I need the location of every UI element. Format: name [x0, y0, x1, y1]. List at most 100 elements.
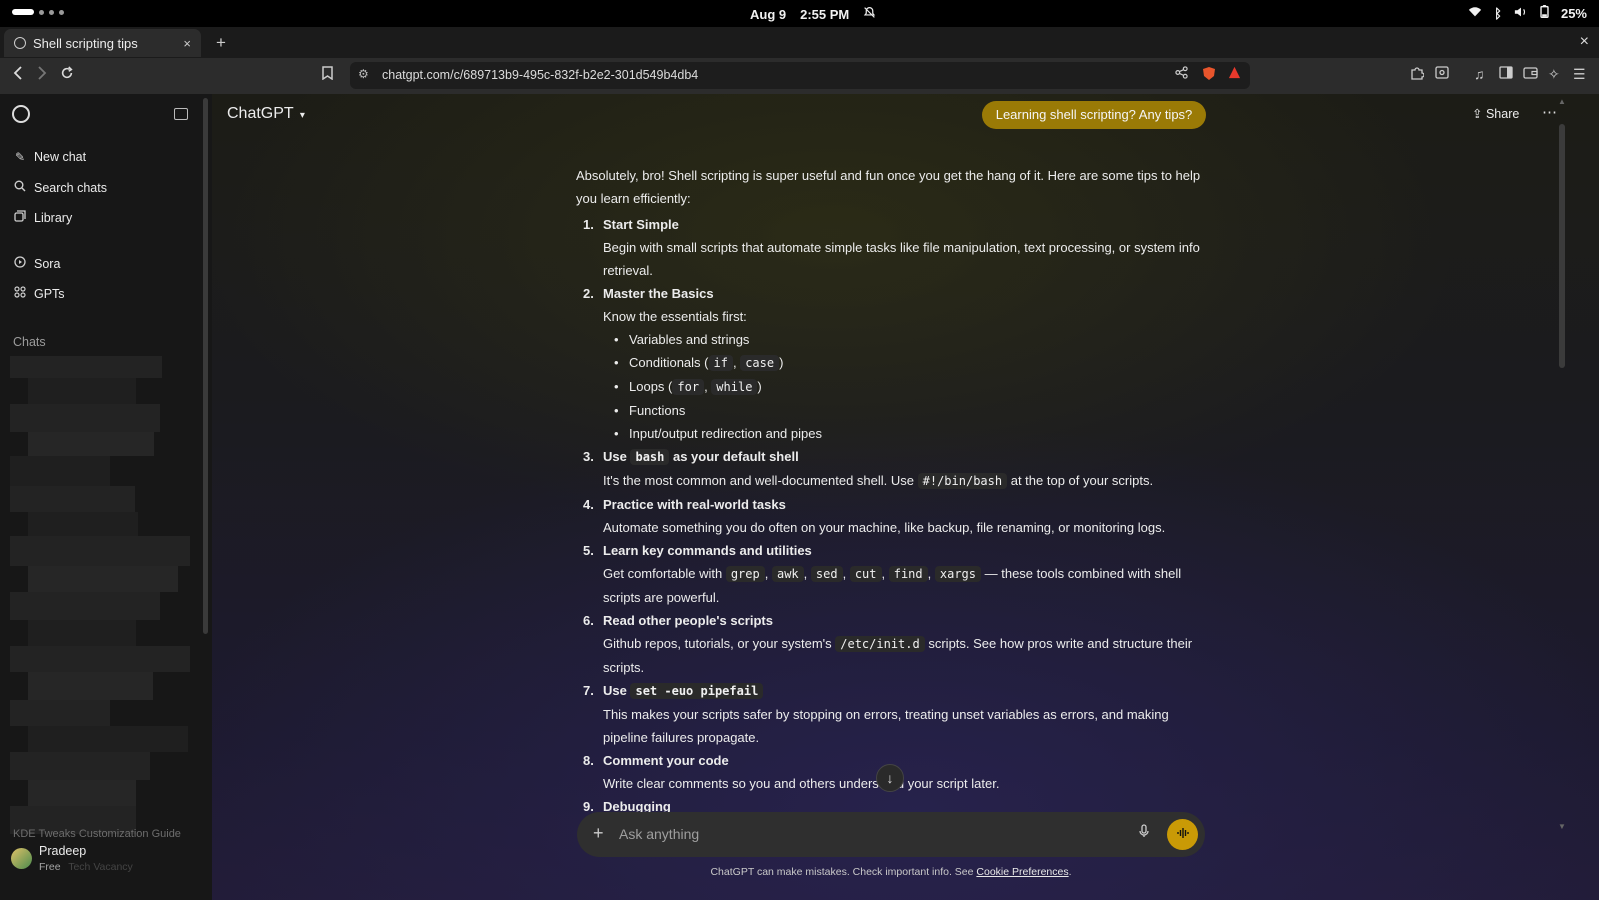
list-item: Variables and strings: [614, 328, 1216, 351]
sidebar-item-search-chats[interactable]: Search chats: [13, 180, 107, 195]
tip-body: Automate something you do often on your …: [603, 520, 1166, 535]
sidebar-item-label: GPTs: [34, 286, 65, 301]
brave-rewards-icon[interactable]: [1228, 66, 1241, 82]
reload-icon[interactable]: [60, 65, 74, 85]
tip-title: Comment your code: [603, 753, 729, 768]
tab-shell-scripting-tips[interactable]: Shell scripting tips ×: [4, 29, 201, 57]
inline-code: #!/bin/bash: [917, 473, 1008, 489]
search-icon: [13, 180, 27, 195]
library-icon: [13, 210, 27, 225]
tips-list: 1. Start Simple Begin with small scripts…: [576, 213, 1216, 818]
battery-icon: [1540, 5, 1549, 21]
sidebar-scrollbar[interactable]: [203, 98, 208, 634]
user-name: Pradeep: [39, 844, 87, 858]
composer: +: [577, 812, 1205, 857]
sidebar-item-sora[interactable]: Sora: [13, 256, 60, 271]
inline-code: for: [672, 379, 705, 395]
extensions-icon[interactable]: [1410, 66, 1425, 83]
list-item: Input/output redirection and pipes: [614, 422, 1216, 445]
wifi-icon: [1468, 6, 1482, 21]
scroll-to-bottom-button[interactable]: ↓: [876, 764, 904, 792]
list-item: 7. Use set -euo pipefail This makes your…: [576, 679, 1216, 749]
openai-logo-icon[interactable]: [12, 105, 30, 123]
tip-body: Begin with small scripts that automate s…: [603, 240, 1200, 278]
bookmark-icon[interactable]: [322, 66, 333, 83]
list-item: 6. Read other people's scripts Github re…: [576, 609, 1216, 679]
share-page-icon[interactable]: [1175, 66, 1188, 82]
sidebar-item-label: Search chats: [34, 180, 107, 195]
cookie-preferences-link[interactable]: Cookie Preferences: [976, 866, 1068, 878]
sidebar-item-library[interactable]: Library: [13, 210, 72, 225]
user-account-button[interactable]: Pradeep Free Tech Vacancy: [11, 844, 133, 873]
tip-title: Learn key commands and utilities: [603, 543, 812, 558]
sidebar-icon[interactable]: [1499, 66, 1513, 82]
tip-title: Practice with real-world tasks: [603, 497, 786, 512]
plus-icon[interactable]: +: [593, 823, 604, 844]
window-close-button[interactable]: ×: [1580, 33, 1589, 51]
sidebar-item-label: Library: [34, 210, 73, 225]
system-status-bar: Aug 9 2:55 PM ᛒ 25%: [0, 0, 1599, 27]
model-name: ChatGPT: [227, 105, 294, 122]
share-icon: ⇪: [1472, 107, 1483, 121]
back-icon[interactable]: [12, 65, 24, 85]
workspace-indicator[interactable]: [12, 9, 64, 15]
list-item: Functions: [614, 399, 1216, 422]
share-label: Share: [1485, 107, 1520, 121]
time-text: 2:55 PM: [800, 6, 850, 22]
brave-shields-icon[interactable]: [1202, 66, 1216, 84]
forward-icon[interactable]: [36, 65, 48, 85]
wallet-icon[interactable]: [1523, 66, 1538, 82]
model-selector[interactable]: ChatGPT ▾: [227, 105, 305, 123]
sidebar-faded-chat-title-2: Tech Vacancy: [68, 861, 133, 873]
chevron-down-icon: ▾: [299, 110, 305, 121]
leo-ai-icon[interactable]: ✧: [1548, 66, 1560, 83]
system-tray[interactable]: ᛒ 25%: [1468, 5, 1587, 21]
main-scrollbar[interactable]: [1559, 124, 1565, 368]
scroll-down-arrow-icon[interactable]: ▼: [1558, 822, 1566, 831]
inline-code: set -euo pipefail: [630, 683, 764, 699]
list-item: Conditionals (if, case): [614, 351, 1216, 375]
sidebar-item-new-chat[interactable]: ✎ New chat: [13, 150, 86, 164]
battery-percent: 25%: [1560, 5, 1587, 21]
message-intro: Absolutely, bro! Shell scripting is supe…: [576, 168, 1201, 206]
tab-close-icon[interactable]: ×: [183, 36, 191, 51]
chat-sidebar: ✎ New chat Search chats Library Sora GPT…: [0, 94, 212, 900]
grid-icon: [13, 286, 27, 301]
chat-history-list-blurred[interactable]: [10, 356, 190, 834]
clock[interactable]: Aug 9 2:55 PM: [750, 6, 876, 22]
menu-icon[interactable]: ☰: [1573, 66, 1586, 83]
tip-body: Get comfortable with grep, awk, sed, cut…: [603, 566, 1182, 605]
prompt-input[interactable]: [619, 824, 1119, 844]
tab-title: Shell scripting tips: [33, 35, 138, 51]
chat-main: ChatGPT ▾ Learning shell scripting? Any …: [212, 94, 1599, 900]
inline-code: awk: [771, 566, 804, 582]
user-message-bubble: Learning shell scripting? Any tips?: [982, 101, 1206, 129]
url-text: chatgpt.com/c/689713b9-495c-832f-b2e2-30…: [382, 68, 699, 82]
inline-code: xargs: [934, 566, 981, 582]
list-item: 1. Start Simple Begin with small scripts…: [576, 213, 1216, 282]
more-options-icon[interactable]: ⋯: [1542, 103, 1557, 121]
assistant-message: Absolutely, bro! Shell scripting is supe…: [576, 164, 1216, 818]
screenshot-icon[interactable]: [1435, 66, 1449, 82]
scroll-up-arrow-icon[interactable]: ▲: [1558, 97, 1566, 106]
site-settings-icon[interactable]: ⚙: [358, 67, 369, 81]
sidebar-item-gpts[interactable]: GPTs: [13, 286, 65, 301]
sidebar-faded-chat-title[interactable]: KDE Tweaks Customization Guide: [13, 828, 181, 840]
inline-code: case: [740, 355, 780, 371]
new-tab-button[interactable]: +: [216, 33, 226, 53]
address-bar[interactable]: ⚙ chatgpt.com/c/689713b9-495c-832f-b2e2-…: [350, 62, 1250, 89]
close-sidebar-icon[interactable]: [174, 108, 188, 120]
chats-section-label: Chats: [13, 335, 46, 349]
sidebar-item-label: New chat: [34, 150, 87, 164]
avatar: [11, 848, 32, 869]
microphone-icon[interactable]: [1139, 824, 1149, 841]
tip-title: Use bash as your default shell: [603, 449, 799, 465]
tip-title: Use set -euo pipefail: [603, 683, 764, 699]
tip-body: It's the most common and well-documented…: [603, 473, 1154, 489]
voice-mode-button[interactable]: [1167, 819, 1198, 850]
inline-code: sed: [810, 566, 843, 582]
workspace-dot: [39, 9, 44, 15]
tip-body: Github repos, tutorials, or your system'…: [603, 636, 1193, 675]
share-button[interactable]: ⇪ Share: [1472, 106, 1519, 121]
media-icon[interactable]: ♫: [1474, 66, 1485, 82]
